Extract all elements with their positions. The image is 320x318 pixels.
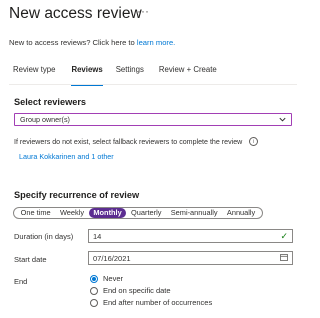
start-date-value: 07/16/2021 [93,253,131,263]
duration-label: Duration (in days) [14,232,74,241]
end-occurrences-option[interactable]: End after number of occurrences [90,298,212,307]
recurrence-heading: Specify recurrence of review [14,190,140,200]
learn-more-link[interactable]: learn more. [137,38,175,47]
end-never-label: Never [103,274,124,283]
recurrence-monthly[interactable]: Monthly [89,208,126,218]
intro-text: New to access reviews? Click here to lea… [9,38,175,47]
tab-review-create[interactable]: Review + Create [159,65,217,81]
end-never-option[interactable]: Never [90,274,123,283]
recurrence-one-time[interactable]: One time [17,208,55,218]
radio-specific-date[interactable] [90,286,98,295]
radio-occurrences[interactable] [90,298,98,307]
start-date-input[interactable]: 07/16/2021 [88,251,293,265]
recurrence-semi-annually[interactable]: Semi-annually [167,208,222,218]
tab-divider [9,84,297,85]
reviewers-dropdown-value: Group owner(s) [20,115,70,124]
calendar-icon[interactable] [280,254,288,261]
end-label: End [14,277,28,286]
radio-never[interactable] [90,274,98,283]
recurrence-annually[interactable]: Annually [223,208,259,218]
tab-bar: Review type Reviews Settings Review + Cr… [13,65,217,86]
duration-value: 14 [93,231,102,241]
checkmark-icon: ✓ [280,231,288,241]
intro-label: New to access reviews? Click here to [9,38,135,47]
tab-reviews[interactable]: Reviews [71,65,103,86]
reviewers-dropdown[interactable]: Group owner(s) [14,113,292,126]
recurrence-quarterly[interactable]: Quarterly [127,208,165,218]
fallback-reviewers-link[interactable]: Laura Kokkarinen and 1 other [19,152,114,161]
more-horizontal-icon[interactable]: ··· [137,4,149,18]
fallback-hint-text: If reviewers do not exist, select fallba… [14,137,243,146]
page-title: New access review [9,5,142,22]
start-date-label: Start date [14,255,47,264]
chevron-down-icon [279,117,286,122]
recurrence-weekly[interactable]: Weekly [56,208,88,218]
duration-input[interactable]: 14 ✓ [88,229,293,243]
tab-settings[interactable]: Settings [116,65,144,81]
end-occurrences-label: End after number of occurrences [103,298,213,307]
tab-review-type[interactable]: Review type [13,65,55,81]
end-specific-date-label: End on specific date [103,286,171,295]
info-icon[interactable]: i [249,137,259,146]
fallback-hint: If reviewers do not exist, select fallba… [14,137,259,146]
select-reviewers-heading: Select reviewers [14,97,87,107]
recurrence-selector: One time Weekly Monthly Quarterly Semi-a… [13,207,263,219]
end-specific-date-option[interactable]: End on specific date [90,286,171,295]
